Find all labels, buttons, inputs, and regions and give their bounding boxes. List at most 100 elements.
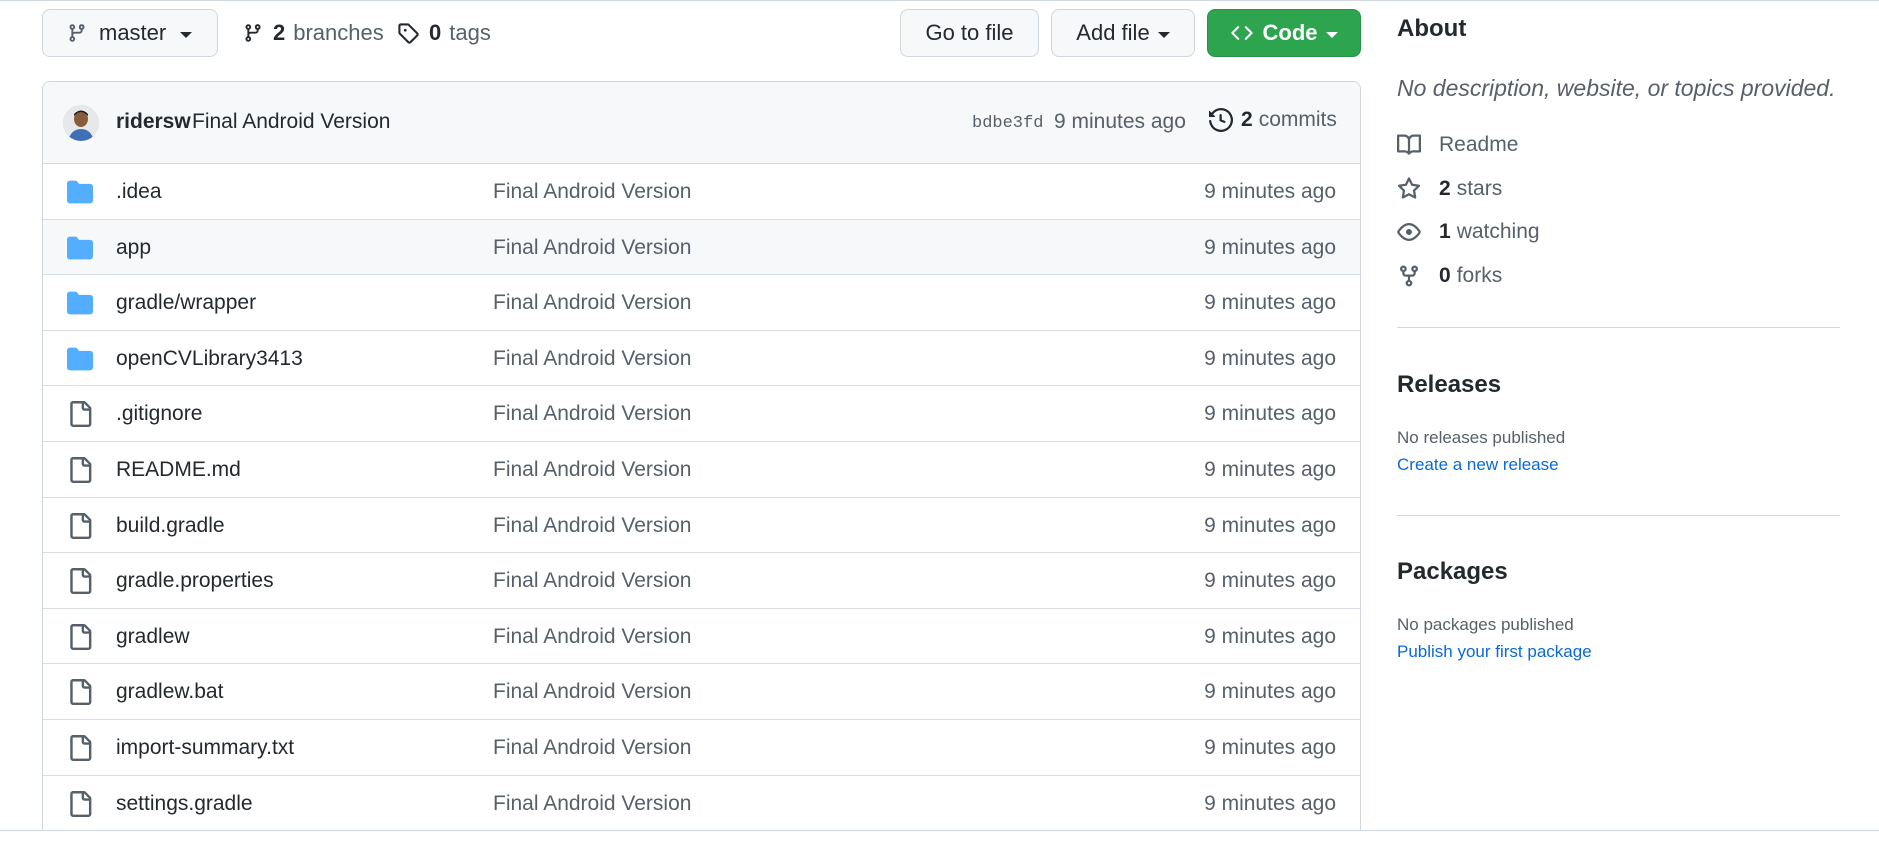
folder-icon (67, 290, 93, 316)
file-commit-message-link[interactable]: Final Android Version (493, 680, 691, 704)
readme-link[interactable]: Readme (1397, 133, 1518, 157)
file-row[interactable]: gradle/wrapper Final Android Version 9 min… (43, 275, 1360, 331)
file-icon (67, 401, 93, 428)
watching-link[interactable]: 1 watching (1397, 220, 1540, 244)
publish-package-link[interactable]: Publish your first package (1397, 642, 1592, 662)
avatar[interactable] (63, 105, 99, 141)
file-row[interactable]: gradlew.bat Final Android Version 9 minute… (43, 664, 1360, 720)
file-name-link[interactable]: build.gradle (116, 514, 225, 538)
git-branch-icon (69, 24, 85, 42)
readme-label: Readme (1439, 133, 1519, 156)
file-icon (67, 456, 93, 483)
forks-label: forks (1456, 264, 1503, 287)
forks-link[interactable]: 0 forks (1397, 264, 1502, 288)
file-name-link[interactable]: gradlew.bat (116, 680, 223, 704)
releases-note: No releases published (1397, 428, 1566, 447)
create-release-link[interactable]: Create a new release (1397, 455, 1559, 475)
code-icon (1230, 26, 1253, 40)
commit-message-link[interactable]: Final Android Version (192, 110, 390, 134)
add-file-button[interactable]: Add file (1051, 9, 1195, 57)
file-commit-message-link[interactable]: Final Android Version (493, 458, 691, 482)
folder-icon (67, 235, 93, 261)
file-icon (67, 734, 93, 761)
file-row[interactable]: .gitignore Final Android Version 9 minutes… (43, 386, 1360, 442)
packages-note: No packages published (1397, 615, 1574, 634)
file-commit-message-link[interactable]: Final Android Version (493, 347, 691, 371)
file-commit-message-link[interactable]: Final Android Version (493, 514, 691, 538)
commits-history-link[interactable]: 2 commits (1209, 108, 1337, 132)
file-commit-time: 9 minutes ago (1204, 235, 1336, 259)
file-commit-message-link[interactable]: Final Android Version (493, 291, 691, 315)
tags-link[interactable]: 0 tags (397, 20, 491, 46)
file-name-link[interactable]: settings.gradle (116, 792, 253, 816)
commit-sha-link[interactable]: bdbe3fd (972, 114, 1043, 133)
file-commit-time: 9 minutes ago (1204, 569, 1336, 593)
file-row[interactable]: gradle.properties Final Android Version 9 … (43, 553, 1360, 609)
watching-label: watching (1456, 220, 1540, 243)
go-to-file-button[interactable]: Go to file (900, 9, 1039, 57)
file-row[interactable]: settings.gradle Final Android Version 9 mi… (43, 776, 1360, 830)
folder-icon (67, 346, 93, 372)
chevron-down-icon (1157, 31, 1170, 38)
file-commit-time: 9 minutes ago (1204, 513, 1336, 537)
eye-icon (1397, 223, 1421, 241)
go-to-file-label: Go to file (925, 20, 1014, 45)
tag-icon (398, 23, 419, 44)
file-icon (67, 623, 93, 650)
about-description: No description, website, or topics provi… (1397, 75, 1836, 101)
top-border (0, 0, 1879, 1)
file-name-link[interactable]: gradle/wrapper (116, 291, 256, 315)
tags-label: tags (449, 20, 491, 45)
file-name-link[interactable]: openCVLibrary3413 (116, 347, 303, 371)
branch-name: master (99, 20, 167, 45)
commit-author-link[interactable]: ridersw (116, 110, 191, 134)
file-commit-message-link[interactable]: Final Android Version (493, 180, 691, 204)
releases-heading[interactable]: Releases (1397, 371, 1501, 399)
file-commit-message-link[interactable]: Final Android Version (493, 792, 691, 816)
chevron-down-icon (180, 31, 193, 38)
stars-count: 2 (1439, 177, 1451, 200)
file-row[interactable]: README.md Final Android Version 9 minutes … (43, 442, 1360, 498)
file-row[interactable]: .idea Final Android Version 9 minutes ago (43, 164, 1360, 220)
file-name-link[interactable]: gradlew (116, 625, 190, 649)
file-commit-time: 9 minutes ago (1204, 180, 1336, 203)
file-commit-message-link[interactable]: Final Android Version (493, 236, 691, 260)
file-row[interactable]: gradlew Final Android Version 9 minutes ag… (43, 609, 1360, 665)
branches-link[interactable]: 2 branches (243, 20, 384, 46)
file-list: .idea Final Android Version 9 minutes ago a… (43, 164, 1360, 830)
file-name-link[interactable]: .idea (116, 180, 162, 204)
chevron-down-icon (1325, 31, 1338, 38)
file-commit-time: 9 minutes ago (1204, 346, 1336, 370)
file-row[interactable]: build.gradle Final Android Version 9 minut… (43, 498, 1360, 554)
history-icon (1209, 108, 1233, 132)
file-commit-message-link[interactable]: Final Android Version (493, 736, 691, 760)
stars-link[interactable]: 2 stars (1397, 177, 1502, 201)
file-row[interactable]: import-summary.txt Final Android Version 9… (43, 720, 1360, 776)
tags-count: 0 (429, 20, 442, 45)
file-row[interactable]: app Final Android Version 9 minutes ago (43, 219, 1360, 276)
code-label: Code (1262, 20, 1318, 45)
add-file-label: Add file (1076, 20, 1150, 45)
file-commit-message-link[interactable]: Final Android Version (493, 625, 691, 649)
folder-icon (67, 179, 93, 205)
file-name-link[interactable]: gradle.properties (116, 569, 274, 593)
commits-count: 2 (1241, 108, 1253, 131)
file-row[interactable]: openCVLibrary3413 Final Android Version 9 … (43, 331, 1360, 387)
latest-commit-bar: ridersw Final Android Version bdbe3fd 9 … (43, 82, 1360, 164)
file-commit-message-link[interactable]: Final Android Version (493, 402, 691, 426)
file-name-link[interactable]: .gitignore (116, 402, 202, 426)
file-commit-time: 9 minutes ago (1204, 735, 1336, 759)
packages-heading[interactable]: Packages (1397, 558, 1508, 586)
file-icon (67, 512, 93, 539)
file-name-link[interactable]: import-summary.txt (116, 736, 294, 760)
file-commit-time: 9 minutes ago (1204, 291, 1336, 315)
code-button[interactable]: Code (1207, 9, 1361, 57)
branches-label: branches (293, 20, 384, 45)
branch-select-button[interactable]: master (42, 9, 218, 57)
file-icon (67, 568, 93, 595)
commits-label: commits (1258, 108, 1337, 131)
file-name-link[interactable]: app (116, 236, 151, 260)
file-commit-message-link[interactable]: Final Android Version (493, 569, 691, 593)
file-name-link[interactable]: README.md (116, 458, 241, 482)
file-commit-time: 9 minutes ago (1204, 624, 1336, 648)
